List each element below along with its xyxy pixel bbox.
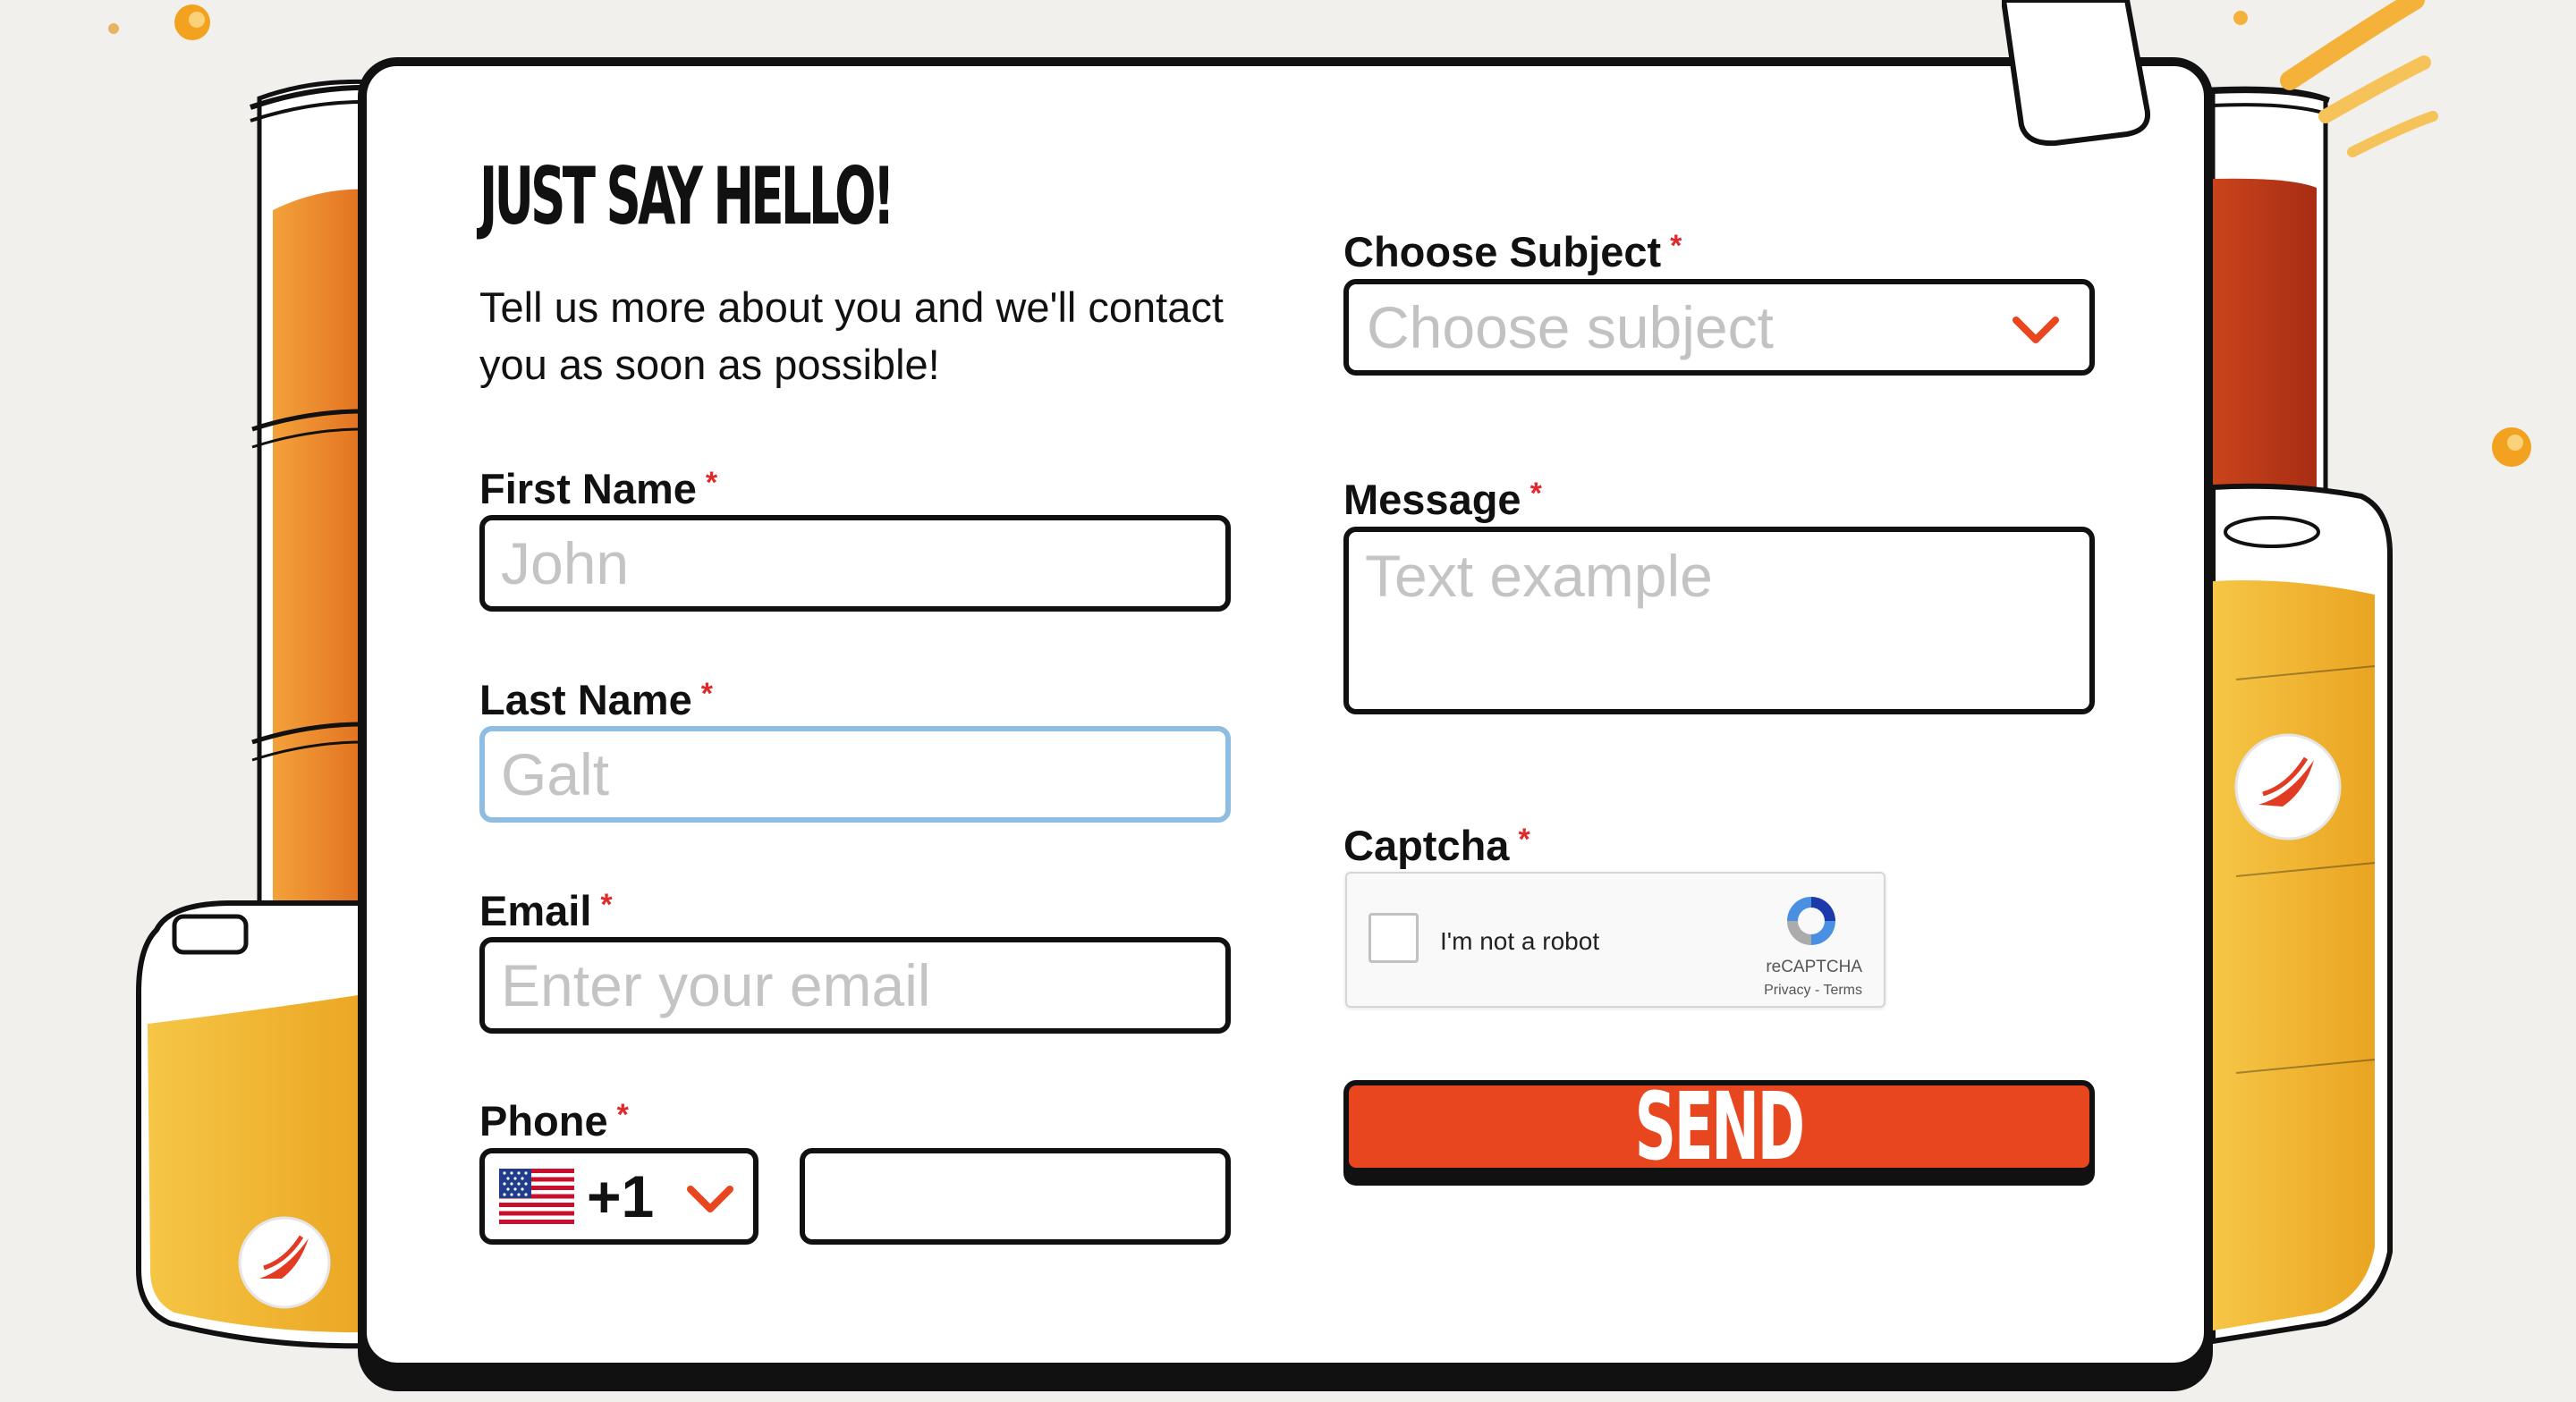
recaptcha-checkbox-text: I'm not a robot <box>1440 927 1600 955</box>
country-code-value: +1 <box>587 1163 655 1229</box>
subject-label: Choose Subject * <box>1343 231 1682 273</box>
chevron-down-icon <box>2012 317 2059 343</box>
recaptcha-logo-icon <box>1787 897 1835 945</box>
subject-select[interactable]: Choose subject <box>1343 279 2095 376</box>
subject-label-text: Choose Subject <box>1343 228 1662 275</box>
required-asterisk: * <box>616 1098 629 1132</box>
required-asterisk: * <box>1670 229 1682 263</box>
send-button-label: SEND <box>1634 1072 1806 1181</box>
recaptcha-widget: I'm not a robot reCAPTCHA Privacy - Term… <box>1345 872 1885 1008</box>
captcha-label: Captcha * <box>1343 824 1530 866</box>
us-flag-icon <box>499 1169 574 1224</box>
chevron-down-icon <box>687 1186 733 1212</box>
last-name-input[interactable] <box>479 726 1231 823</box>
right-barrel-illustration <box>2210 86 2330 503</box>
required-asterisk: * <box>600 888 613 922</box>
form-subtitle: Tell us more about you and we'll contact… <box>479 283 1224 388</box>
form-title: JUST SAY HELLO! <box>479 150 895 242</box>
paper-tag-decoration <box>2002 0 2150 147</box>
message-label-text: Message <box>1343 476 1521 523</box>
email-input[interactable] <box>479 937 1231 1034</box>
required-asterisk: * <box>1518 823 1530 857</box>
last-name-label: Last Name * <box>479 679 713 721</box>
first-name-label-text: First Name <box>479 465 697 512</box>
recaptcha-brand: reCAPTCHA <box>1766 958 1862 976</box>
country-code-select[interactable]: +1 <box>479 1148 758 1245</box>
required-asterisk: * <box>700 677 713 711</box>
subject-select-placeholder: Choose subject <box>1367 294 1774 360</box>
email-label-text: Email <box>479 887 592 934</box>
send-button[interactable]: SEND <box>1343 1072 2095 1181</box>
phone-number-input[interactable] <box>800 1148 1231 1245</box>
message-textarea[interactable] <box>1343 527 2095 714</box>
first-name-input[interactable] <box>479 515 1231 612</box>
right-jug-illustration <box>2210 483 2393 1345</box>
phone-label: Phone * <box>479 1100 629 1142</box>
required-asterisk: * <box>705 466 718 500</box>
required-asterisk: * <box>1530 477 1542 511</box>
email-label: Email * <box>479 890 613 932</box>
recaptcha-checkbox[interactable] <box>1368 913 1419 963</box>
message-label: Message * <box>1343 478 1542 520</box>
recaptcha-privacy-terms[interactable]: Privacy - Terms <box>1764 983 1862 999</box>
left-barrel-illustration <box>250 79 378 915</box>
first-name-label: First Name * <box>479 468 717 510</box>
last-name-label-text: Last Name <box>479 676 692 723</box>
captcha-label-text: Captcha <box>1343 822 1510 869</box>
phone-label-text: Phone <box>479 1097 608 1144</box>
left-jug-illustration <box>136 900 378 1349</box>
